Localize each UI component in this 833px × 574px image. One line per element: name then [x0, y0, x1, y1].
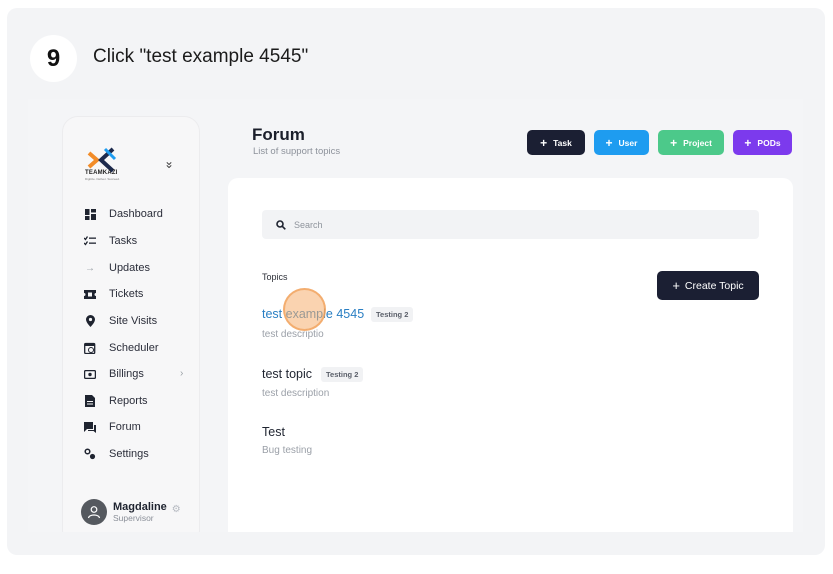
plus-icon: +: [744, 135, 752, 150]
sidebar-item-label: Scheduler: [109, 342, 159, 354]
search-icon: [276, 219, 286, 230]
topic-title-link[interactable]: test example 4545: [262, 307, 364, 321]
logo-text: TEAMKAZI: [85, 170, 118, 176]
avatar[interactable]: [81, 499, 107, 525]
sidebar-item-label: Tickets: [109, 288, 144, 300]
topic-description: test descriptio: [262, 329, 324, 340]
user-profile[interactable]: Magdaline Supervisor ⚙: [81, 499, 181, 525]
topics-heading: Topics: [262, 272, 288, 282]
tasks-list-icon: [83, 234, 97, 248]
sidebar-item-label: Forum: [109, 421, 141, 433]
sidebar-item-label: Updates: [109, 262, 150, 274]
step-number-badge: 9: [30, 35, 77, 82]
search-placeholder: Search: [294, 219, 323, 230]
sidebar-item-label: Dashboard: [109, 208, 163, 220]
forum-panel: Search Topics + Create Topic test example…: [228, 178, 793, 532]
sidebar-item-forum[interactable]: Forum: [83, 418, 141, 436]
plus-icon: +: [672, 278, 680, 293]
sidebar-item-updates[interactable]: → Updates: [83, 259, 150, 277]
ticket-icon: [83, 287, 97, 301]
location-pin-icon: [83, 314, 97, 328]
add-user-button[interactable]: + User: [594, 130, 649, 155]
topic-badge: Testing 2: [321, 367, 364, 382]
search-input[interactable]: Search: [262, 210, 759, 239]
topic-title-link[interactable]: test topic: [262, 367, 312, 381]
sidebar-item-label: Reports: [109, 395, 148, 407]
add-project-button[interactable]: + Project: [658, 130, 724, 155]
plus-icon: +: [670, 135, 678, 150]
sidebar-item-label: Site Visits: [109, 315, 158, 327]
sidebar-item-reports[interactable]: Reports: [83, 392, 148, 410]
topic-title-link[interactable]: Test: [262, 425, 285, 439]
sidebar-item-settings[interactable]: Settings: [83, 445, 149, 463]
chevron-down-double-icon[interactable]: ⌄ ⌄: [164, 154, 174, 182]
topic-description: Bug testing: [262, 445, 313, 456]
sidebar-item-label: Settings: [109, 448, 149, 460]
add-task-button[interactable]: + Task: [527, 130, 585, 155]
profile-role: Supervisor: [113, 512, 154, 523]
app-screenshot: TEAMKAZI Digitize. Deliver. Succeed. ⌄ ⌄ …: [28, 99, 803, 532]
gear-icon[interactable]: ⚙: [172, 504, 181, 515]
money-icon: [83, 367, 97, 381]
chevron-right-icon[interactable]: ›: [180, 368, 183, 379]
topic-badge: Testing 2: [371, 307, 414, 322]
add-pods-button[interactable]: + PODs: [733, 130, 792, 155]
page-subtitle: List of support topics: [253, 146, 341, 157]
step-instruction: Click "test example 4545": [93, 46, 309, 67]
profile-name: Magdaline: [113, 500, 167, 513]
report-icon: [83, 394, 97, 408]
sidebar: TEAMKAZI Digitize. Deliver. Succeed. ⌄ ⌄ …: [62, 116, 200, 532]
arrow-right-icon: →: [85, 262, 95, 274]
create-topic-button[interactable]: + Create Topic: [657, 271, 759, 300]
dashboard-icon: [83, 207, 97, 221]
sidebar-item-label: Tasks: [109, 235, 138, 247]
sidebar-item-billings[interactable]: Billings: [83, 365, 144, 383]
sidebar-item-dashboard[interactable]: Dashboard: [83, 205, 163, 223]
logo-subtext: Digitize. Deliver. Succeed.: [85, 177, 120, 181]
calendar-clock-icon: [83, 341, 97, 355]
forum-icon: [83, 420, 97, 434]
plus-icon: +: [605, 135, 613, 150]
sidebar-item-tickets[interactable]: Tickets: [83, 285, 143, 303]
topic-description: test description: [262, 388, 330, 399]
page-title: Forum: [252, 125, 305, 144]
sidebar-item-scheduler[interactable]: Scheduler: [83, 339, 159, 357]
sidebar-item-tasks[interactable]: Tasks: [83, 232, 137, 250]
sidebar-item-label: Billings: [109, 368, 144, 380]
sidebar-item-site-visits[interactable]: Site Visits: [83, 312, 157, 330]
settings-icon: [83, 447, 97, 461]
plus-icon: +: [540, 135, 548, 150]
